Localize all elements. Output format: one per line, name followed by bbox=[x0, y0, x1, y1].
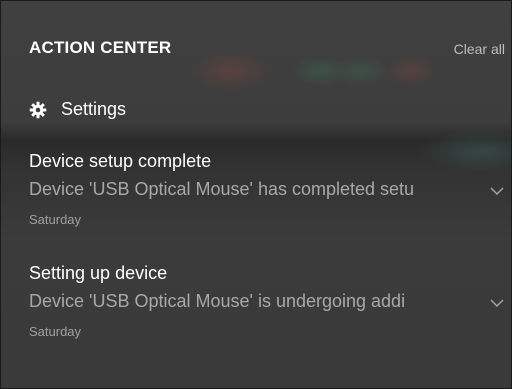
clear-all-button[interactable]: Clear all bbox=[454, 41, 505, 57]
action-center-panel: ACTION CENTER Clear all Settings Device … bbox=[1, 1, 511, 388]
notification-timestamp: Saturday bbox=[29, 212, 82, 227]
notification-item[interactable]: Setting up device Device 'USB Optical Mo… bbox=[1, 261, 511, 359]
chevron-down-icon[interactable] bbox=[489, 185, 505, 197]
notification-body: Device 'USB Optical Mouse' is undergoing… bbox=[29, 291, 406, 311]
action-center-title: ACTION CENTER bbox=[29, 38, 172, 57]
settings-label: Settings bbox=[61, 99, 127, 119]
settings-link[interactable]: Settings bbox=[29, 99, 126, 120]
action-center-window: ACTION CENTER Clear all Settings Device … bbox=[0, 0, 512, 389]
gear-icon bbox=[29, 101, 47, 118]
notification-item[interactable]: Device setup complete Device 'USB Optica… bbox=[1, 149, 511, 247]
notification-timestamp: Saturday bbox=[29, 324, 82, 339]
chevron-down-icon[interactable] bbox=[489, 297, 505, 309]
notification-title: Device setup complete bbox=[29, 151, 212, 171]
notification-title: Setting up device bbox=[29, 263, 168, 283]
notification-body: Device 'USB Optical Mouse' has completed… bbox=[29, 179, 415, 199]
